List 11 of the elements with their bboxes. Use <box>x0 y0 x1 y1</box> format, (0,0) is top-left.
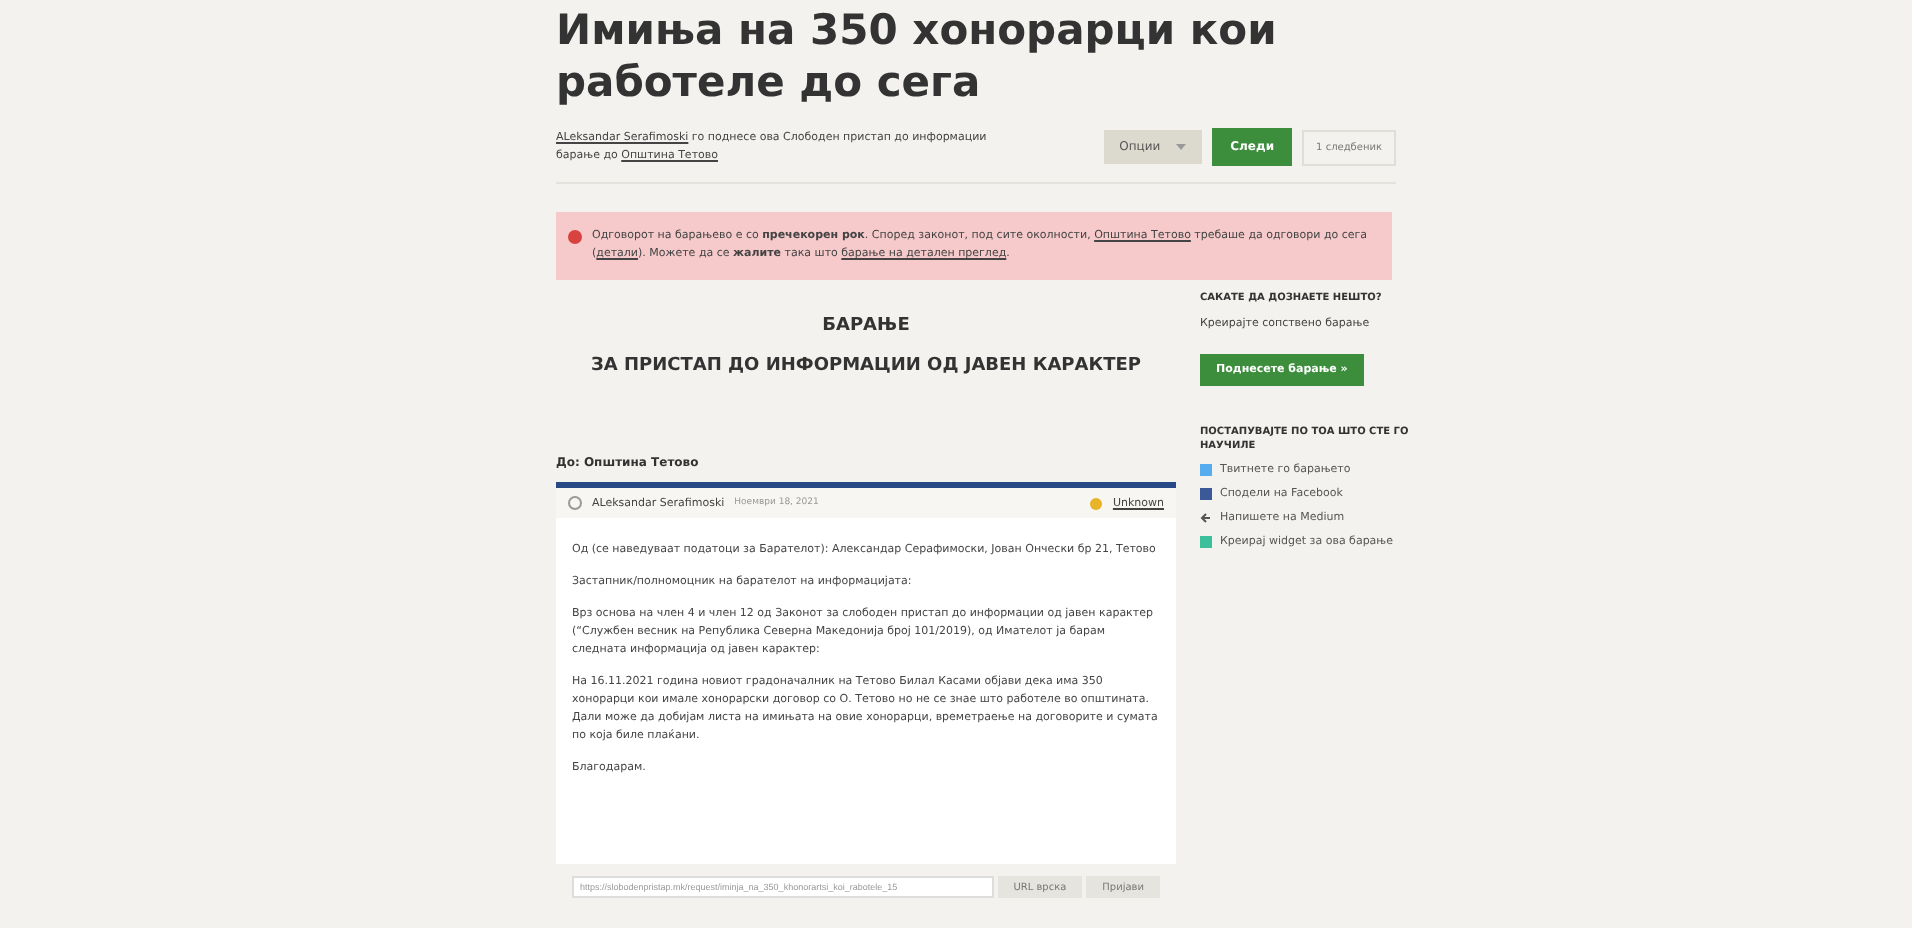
arrow-icon <box>1200 512 1212 524</box>
alert-icon <box>568 230 582 244</box>
request-heading: БАРАЊЕ <box>820 316 912 336</box>
request-heading: ЗА ПРИСТАП ДО ИНФОРМАЦИИ ОД ЈАВЕН КАРАКТЕР <box>589 356 1143 376</box>
square-icon <box>1200 464 1212 476</box>
collapse-icon[interactable] <box>568 496 582 510</box>
square-icon <box>1200 488 1212 500</box>
status-icon <box>1090 497 1103 509</box>
page-title: Имиња на 350 хонорарци кои работеле до сега <box>556 4 1279 108</box>
square-icon <box>1200 536 1212 548</box>
caret-icon <box>1176 144 1187 152</box>
